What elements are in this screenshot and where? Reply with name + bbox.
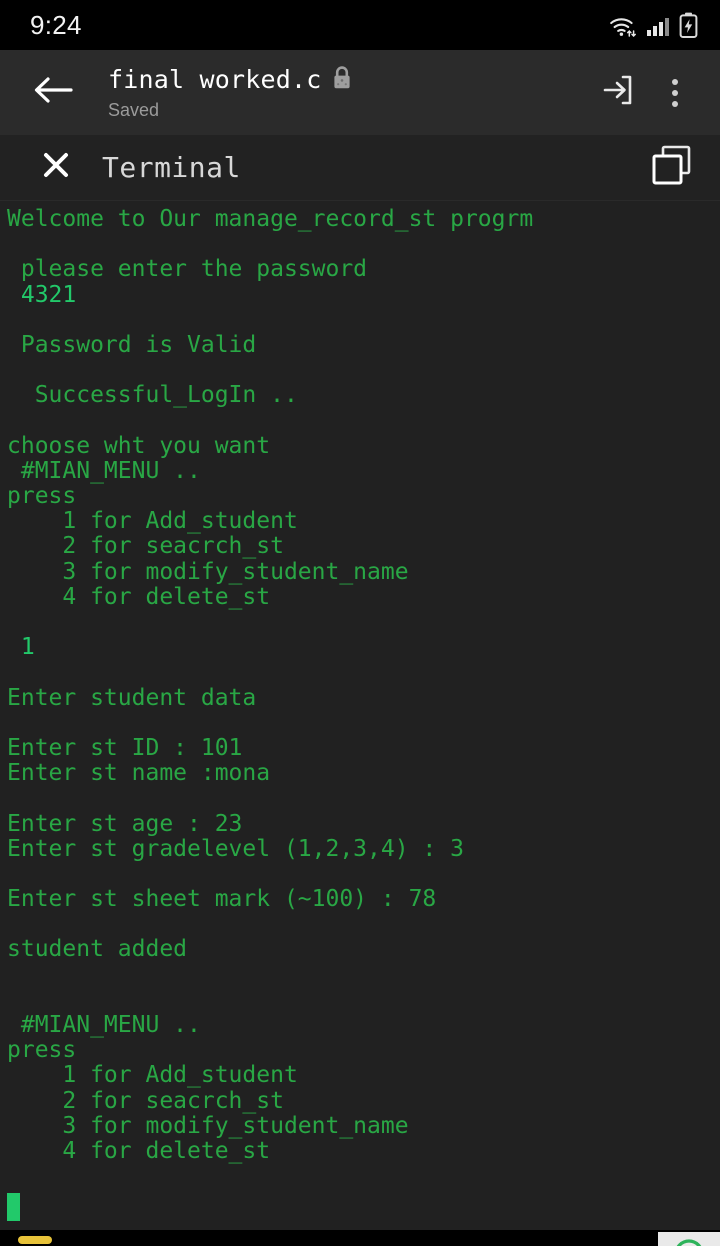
wifi-icon: [609, 14, 637, 38]
terminal-line: 4321: [7, 281, 77, 308]
editor-app-bar: final worked.c Saved: [0, 50, 720, 135]
run-button[interactable]: [590, 66, 644, 120]
terminal-close-button[interactable]: [36, 148, 76, 188]
app-bar-actions: [590, 66, 702, 120]
terminal-line: #MIAN_MENU ..: [7, 457, 201, 484]
overflow-menu-button[interactable]: [648, 66, 702, 120]
terminal-line: #MIAN_MENU ..: [7, 1012, 201, 1038]
terminal-cursor: [7, 1193, 20, 1221]
terminal-lines: Welcome to Our manage_record_st progrm p…: [0, 206, 720, 1164]
terminal-line: 1: [7, 634, 35, 661]
terminal-line: Enter st name :mona: [7, 760, 271, 787]
terminal-line: Password is Valid: [7, 331, 257, 358]
back-button[interactable]: [26, 66, 80, 120]
terminal-line: Enter st ID : 101: [7, 734, 243, 761]
overflow-menu-icon: [672, 78, 678, 107]
close-icon: [41, 150, 71, 185]
terminal-line: Enter st age : 23: [7, 810, 243, 837]
terminal-line: 1 for Add_student: [7, 508, 298, 535]
terminal-line: 2 for seacrch_st: [7, 533, 284, 560]
terminal-line: 2 for seacrch_st: [7, 1087, 284, 1114]
terminal-line: press: [7, 483, 77, 510]
terminal-tabs-icon: [649, 142, 695, 193]
terminal-title: Terminal: [102, 151, 241, 184]
lock-icon: [331, 65, 353, 95]
terminal-line: 3 for modify_student_name: [7, 558, 409, 585]
back-arrow-icon: [33, 74, 73, 111]
terminal-title-bar: Terminal: [0, 135, 720, 201]
battery-charging-icon: [679, 12, 698, 38]
terminal-line: press: [7, 1037, 77, 1064]
status-clock: 9:24: [30, 9, 82, 40]
terminal-line: Successful_LogIn ..: [7, 382, 298, 409]
save-status-label: Saved: [108, 99, 160, 120]
terminal-line: Welcome to Our manage_record_st progrm: [7, 206, 534, 232]
nav-corner-widget[interactable]: [658, 1232, 720, 1246]
terminal-line: 4 for delete_st: [7, 1137, 271, 1164]
terminal-line: 3 for modify_student_name: [7, 1112, 409, 1139]
terminal-line: 1 for Add_student: [7, 1062, 298, 1089]
terminal-line: student added: [7, 936, 188, 963]
cellular-signal-icon: [646, 14, 670, 38]
phone-screen: 9:24 final worked.c Saved Terminal Welco…: [0, 0, 720, 1246]
terminal-line: Enter st sheet mark (~100) : 78: [7, 886, 437, 913]
terminal-line: Enter student data: [7, 684, 257, 711]
terminal-line: 4 for delete_st: [7, 583, 271, 610]
status-icon-group: [609, 12, 698, 38]
nav-pill-indicator[interactable]: [18, 1236, 52, 1244]
terminal-line: please enter the password: [7, 256, 368, 283]
file-title-block[interactable]: final worked.c Saved: [108, 65, 590, 121]
file-title-row: final worked.c: [108, 65, 590, 95]
terminal-line: choose wht you want: [7, 432, 271, 459]
terminal-tabs-button[interactable]: [646, 142, 698, 194]
status-bar: 9:24: [0, 0, 720, 50]
page-title: final worked.c: [108, 65, 322, 94]
terminal-output-pane[interactable]: Welcome to Our manage_record_st progrm p…: [0, 201, 720, 1230]
terminal-line: Enter st gradelevel (1,2,3,4) : 3: [7, 835, 464, 862]
run-arrow-into-box-icon: [600, 73, 634, 112]
system-nav-bar: [0, 1230, 720, 1246]
